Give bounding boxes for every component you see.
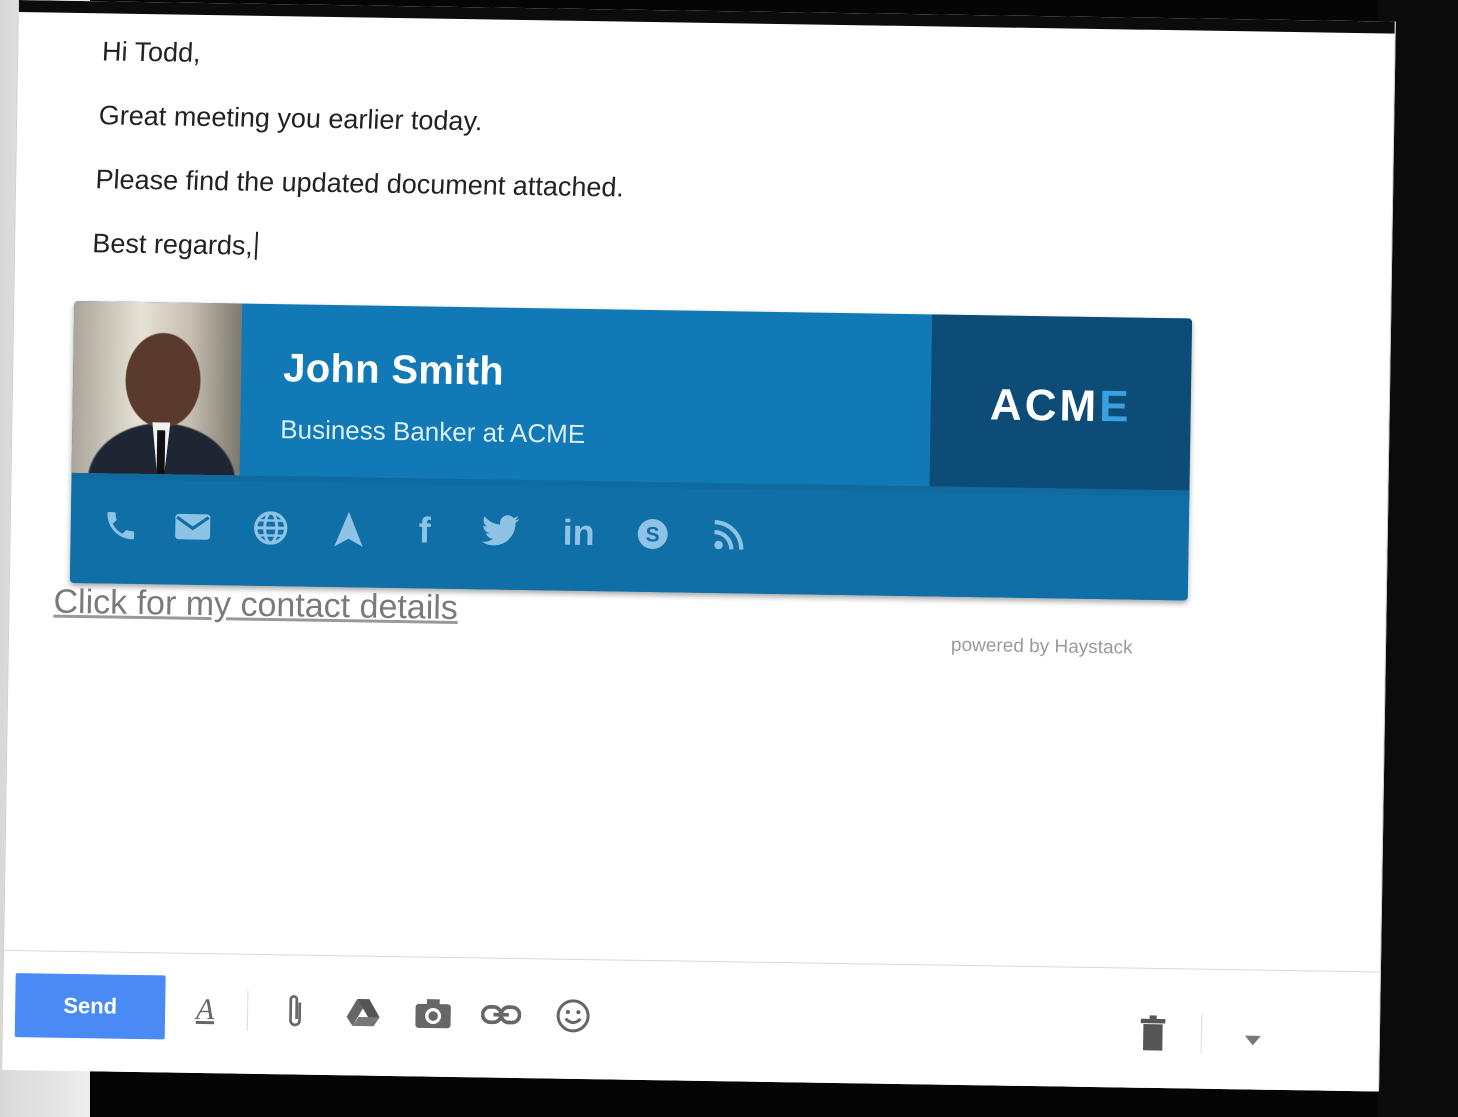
profile-photo: [71, 300, 243, 476]
email-body[interactable]: Hi Todd, Great meeting you earlier today…: [90, 35, 631, 299]
signature-role: Business Banker at ACME: [280, 414, 586, 449]
compose-toolbar: Send A: [2, 949, 1380, 1092]
text-caret: [254, 231, 258, 260]
compose-window: Hi Todd, Great meeting you earlier today…: [1, 0, 1396, 1092]
more-options-icon[interactable]: [1230, 1018, 1275, 1063]
linkedin-icon[interactable]: in: [556, 511, 601, 556]
phone-icon[interactable]: [98, 503, 143, 548]
rss-icon[interactable]: [706, 513, 751, 558]
company-logo: ACME: [929, 314, 1193, 499]
attach-icon[interactable]: [273, 989, 318, 1034]
greeting-line: Hi Todd,: [101, 36, 202, 68]
link-icon[interactable]: [479, 992, 524, 1037]
photo-icon[interactable]: [411, 991, 456, 1036]
twitter-icon[interactable]: [478, 509, 523, 554]
photo-tie: [156, 430, 166, 475]
signature-name: John Smith: [282, 346, 505, 394]
logo-accent: E: [1098, 382, 1132, 432]
globe-icon[interactable]: [248, 506, 293, 551]
drive-icon[interactable]: [341, 990, 386, 1035]
body-line-2: Please find the updated document attache…: [94, 164, 625, 203]
body-line-1: Great meeting you earlier today.: [98, 100, 484, 137]
closing-line: Best regards,: [92, 227, 622, 267]
formatting-icon[interactable]: A: [183, 988, 228, 1033]
facebook-icon[interactable]: f: [402, 508, 447, 553]
svg-text:S: S: [645, 523, 659, 546]
send-button[interactable]: Send: [14, 973, 166, 1040]
compose-top-edge: [18, 0, 1395, 34]
skype-icon[interactable]: S: [630, 512, 675, 557]
logo-main: ACM: [989, 380, 1100, 432]
mail-icon[interactable]: [170, 504, 215, 549]
emoji-icon[interactable]: [551, 994, 596, 1039]
email-signature: John Smith Business Banker at ACME ACME …: [69, 300, 1193, 601]
logo-text: ACME: [990, 380, 1132, 432]
navigation-icon[interactable]: [326, 507, 371, 552]
trash-icon[interactable]: [1131, 1011, 1176, 1056]
toolbar-divider: [246, 990, 249, 1031]
toolbar-divider: [1200, 1013, 1203, 1054]
powered-by-text[interactable]: powered by Haystack: [951, 635, 1133, 660]
signature-icon-bar: f in S: [69, 472, 1190, 601]
contact-details-link[interactable]: Click for my contact details: [53, 583, 458, 628]
closing-text: Best regards,: [91, 228, 254, 261]
